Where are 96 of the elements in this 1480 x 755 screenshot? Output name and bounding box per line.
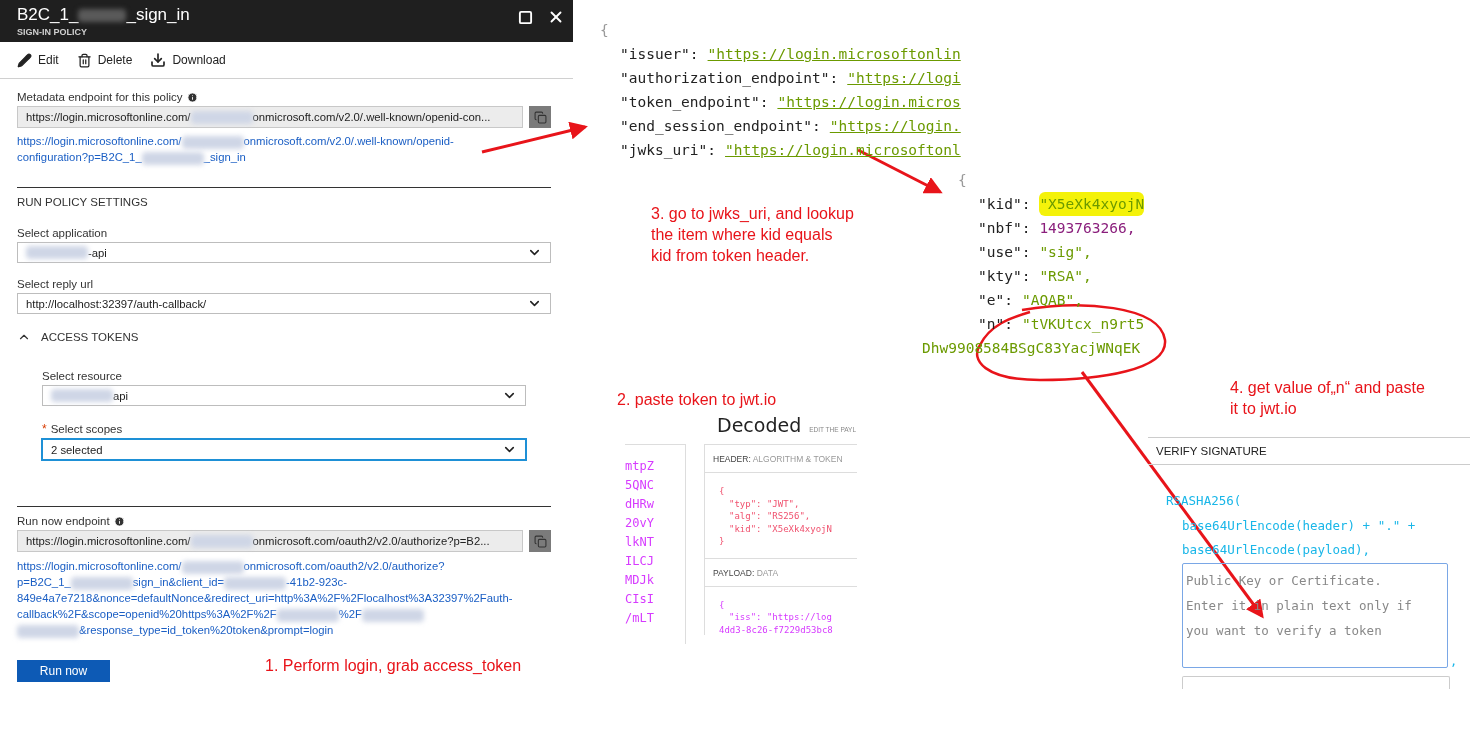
copy-icon xyxy=(533,110,547,124)
redacted-blur xyxy=(276,608,339,622)
json-link[interactable]: "https://logi xyxy=(847,66,961,90)
json-key: "kid": xyxy=(978,192,1031,216)
json-value: "sig", xyxy=(1039,243,1092,262)
section-heading: VERIFY SIGNATURE xyxy=(1148,437,1470,465)
private-key-field[interactable] xyxy=(1182,675,1450,689)
token-text: 5QNC xyxy=(625,478,655,494)
redacted-blur xyxy=(361,608,424,622)
token-text: lkNT xyxy=(625,535,655,551)
json-brace: { xyxy=(600,21,609,40)
trash-icon xyxy=(76,52,92,68)
endpoint-link[interactable]: &response_type=id_token%20token&prompt=login xyxy=(17,622,551,638)
run-now-button[interactable]: Run now xyxy=(17,660,110,682)
toolbar-button[interactable]: Edit xyxy=(17,52,59,68)
json-key: "jwks_uri": xyxy=(620,138,717,162)
endpoint-link[interactable]: p=B2C_1_ sign_in&client_id= -41b2-923c- xyxy=(17,574,551,590)
token-text: 20vY xyxy=(625,516,655,532)
dropdown[interactable]: api xyxy=(42,385,526,406)
redacted-blur xyxy=(70,576,133,590)
copy-button[interactable] xyxy=(529,106,551,128)
json-value: 1493763266, xyxy=(1039,219,1136,238)
annotation-text: 4. get value of„n“ and paste it to jwt.io xyxy=(1230,378,1425,419)
field-label: Select application xyxy=(17,227,108,239)
maximize-icon[interactable] xyxy=(518,9,533,25)
json-key: "authorization_endpoint": xyxy=(620,66,839,90)
token-text: /mLT xyxy=(625,611,655,627)
redacted-blur xyxy=(141,151,204,165)
field-label: Metadata endpoint for this policy xyxy=(17,91,183,103)
token-text: MDJk xyxy=(625,573,655,589)
toolbar-button[interactable]: Download xyxy=(150,52,226,68)
json-link[interactable]: "https://login.microsoftonlin xyxy=(707,42,961,66)
json-key: "nbf": xyxy=(978,216,1031,240)
json-key: "end_session_endpoint": xyxy=(620,114,821,138)
toolbar-button[interactable]: Delete xyxy=(76,52,133,68)
info-icon xyxy=(186,91,198,103)
redacted-blur xyxy=(224,576,287,590)
token-text: CIsI xyxy=(625,592,655,608)
field-label: Run now endpoint xyxy=(17,515,110,527)
json-value: "tVKUtcx_n9rt5 xyxy=(1021,315,1145,335)
json-value: "X5eXk4xyojN xyxy=(1039,192,1145,216)
annotation-text: 1. Perform login, grab access_token xyxy=(265,656,522,676)
download-icon xyxy=(150,52,167,68)
payload-json: { "iss": "https://log 4dd3-8c26-f7229d53bc8 xyxy=(705,586,857,635)
json-key: "token_endpoint": xyxy=(620,90,769,114)
decoded-title: Decoded xyxy=(717,414,802,436)
redacted-blur xyxy=(181,135,244,149)
redacted-blur xyxy=(190,534,253,548)
redacted-blur xyxy=(190,110,253,124)
field-label: Select resource xyxy=(42,370,122,382)
header-json: { "typ": "JWT", "alg": "RS256", "kid": "X5eXk4xyojN } xyxy=(705,473,857,559)
section-heading: RUN POLICY SETTINGS xyxy=(17,196,149,208)
json-value: "RSA", xyxy=(1039,267,1092,286)
json-value: "AQAB", xyxy=(1021,291,1084,310)
annotation-text: 3. go to jwks_uri, and lookup the item where kid equals kid from token header. xyxy=(651,204,854,266)
blade-title: B2C_1_ _sign_in xyxy=(17,4,190,26)
redacted-blur xyxy=(51,389,113,402)
copy-button[interactable] xyxy=(529,530,551,552)
endpoint-link[interactable]: https://login.microsoftonline.com/ onmicrosoft.com/v2.0/.well-known/openid- xyxy=(17,133,551,149)
dropdown[interactable]: http://localhost:32397/auth-callback/ xyxy=(17,293,551,314)
field-label: Select scopes xyxy=(50,423,123,435)
required-asterisk: * xyxy=(42,422,47,436)
json-key: "kty": xyxy=(978,264,1031,288)
json-link[interactable]: "https://login.microsoftonl xyxy=(725,138,961,162)
endpoint-link[interactable]: callback%2F&scope=openid%20https%3A%2F%2F %2F xyxy=(17,606,551,622)
token-text: mtpZ xyxy=(625,459,655,475)
endpoint-link[interactable]: 849e4a7e7218&nonce=defaultNonce&redirect_uri=http%3A%2F%2Flocalhost%3A32397%2Fauth- xyxy=(17,590,551,606)
field-label: Select reply url xyxy=(17,278,94,290)
json-key: "e": xyxy=(978,288,1013,312)
pencil-icon xyxy=(17,52,32,68)
endpoint-field[interactable]: https://login.microsoftonline.com/ onmicrosoft.com/oauth2/v2.0/authorize?p=B2... xyxy=(17,530,523,552)
section-toggle[interactable]: ACCESS TOKENS xyxy=(17,330,551,344)
endpoint-field[interactable]: https://login.microsoftonline.com/ onmicrosoft.com/v2.0/.well-known/openid-con... xyxy=(17,106,523,128)
copy-icon xyxy=(533,534,547,548)
json-key: "issuer": xyxy=(620,42,699,66)
dropdown[interactable]: 2 selected xyxy=(42,439,526,460)
blade-subtitle: SIGN-IN POLICY xyxy=(17,27,88,37)
endpoint-link[interactable]: https://login.microsoftonline.com/ onmicrosoft.com/oauth2/v2.0/authorize? xyxy=(17,558,551,574)
info-icon xyxy=(113,515,125,527)
dropdown[interactable]: -api xyxy=(17,242,551,263)
redacted-blur xyxy=(26,246,88,259)
code-comma: , xyxy=(1450,653,1458,668)
json-link[interactable]: "https://login. xyxy=(829,114,961,138)
panel-heading: PAYLOAD: DATA xyxy=(705,558,857,587)
redacted-blur xyxy=(17,624,79,638)
redacted-blur xyxy=(181,560,244,574)
json-brace: { xyxy=(958,171,967,190)
json-link[interactable]: "https://login.micros xyxy=(777,90,961,114)
public-key-field[interactable]: Public Key or Certificate. Enter it in plain text only if you want to verify a token xyxy=(1182,562,1448,668)
annotation-text: 2. paste token to jwt.io xyxy=(617,390,777,410)
endpoint-link[interactable]: configuration?p=B2C_1_ _sign_in xyxy=(17,149,551,165)
json-key: "use": xyxy=(978,240,1031,264)
redacted-blur xyxy=(78,9,127,22)
token-text: dHRw xyxy=(625,497,655,513)
panel-heading: HEADER: ALGORITHM & TOKEN xyxy=(705,445,857,473)
token-text: ILCJ xyxy=(625,554,655,570)
